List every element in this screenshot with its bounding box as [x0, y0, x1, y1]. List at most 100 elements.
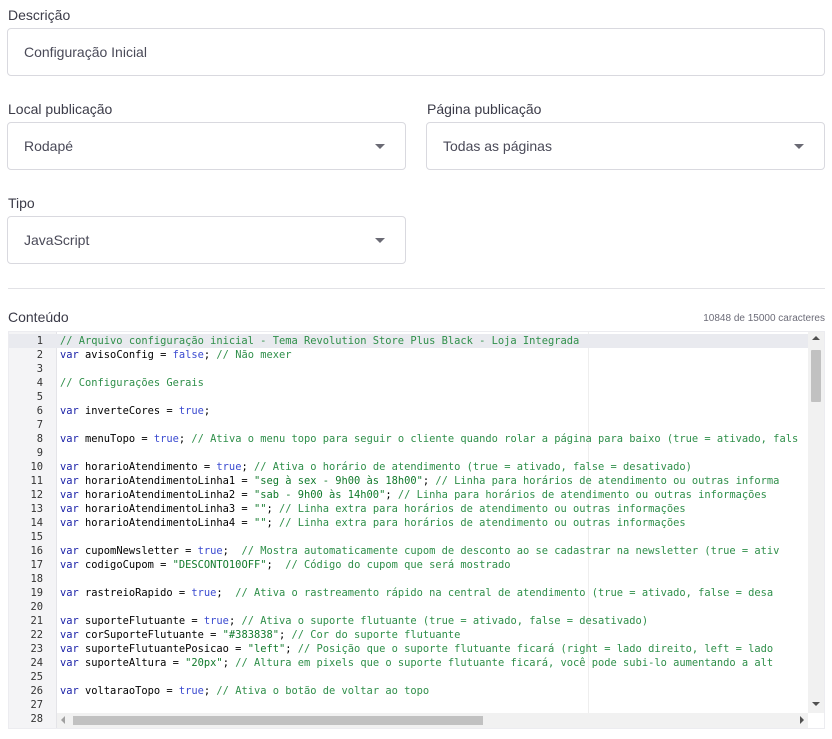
line-number: 1: [36, 335, 43, 347]
code-token: horarioAtendimento =: [78, 461, 217, 473]
scroll-down-icon[interactable]: [812, 702, 820, 706]
code-token: var: [60, 349, 79, 361]
code-token: ;: [278, 629, 292, 641]
code-token: // Cor do suporte flutuante: [291, 629, 461, 641]
code-token: menuTopo =: [78, 433, 154, 445]
code-line[interactable]: 11 var horarioAtendimentoLinha1 = "seg à …: [9, 474, 824, 488]
code-line[interactable]: 22 var corSuporteFlutuante = "#383838"; /…: [9, 628, 824, 642]
code-line[interactable]: 13 var horarioAtendimentoLinha3 = ""; // …: [9, 502, 824, 516]
code-token: var: [60, 433, 79, 445]
code-token: cupomNewsletter =: [78, 545, 198, 557]
line-number: 10: [30, 461, 43, 473]
horizontal-scroll-thumb[interactable]: [73, 716, 483, 725]
code-token: // Ativa o menu topo para seguir o clien…: [191, 433, 799, 445]
line-number: 24: [30, 657, 43, 669]
line-code: var horarioAtendimentoLinha3 = ""; // Li…: [60, 502, 686, 516]
code-token: // Configurações Gerais: [60, 377, 204, 389]
vertical-scroll-thumb[interactable]: [811, 350, 821, 402]
code-token: ;: [216, 587, 236, 599]
code-token: ;: [178, 433, 192, 445]
line-number: 19: [30, 587, 43, 599]
code-token: // Altura em pixels que o suporte flutua…: [235, 657, 774, 669]
code-token: // Ativa o suporte flutuante (true = ati…: [241, 615, 649, 627]
code-line[interactable]: 23 var suporteFlutuantePosicao = "left"; …: [9, 642, 824, 656]
code-line[interactable]: 4 // Configurações Gerais: [9, 376, 824, 390]
code-token: // Ativa o botão de voltar ao topo: [216, 685, 430, 697]
code-line[interactable]: 7: [9, 418, 824, 432]
code-line[interactable]: 15: [9, 530, 824, 544]
code-line[interactable]: 20: [9, 600, 824, 614]
code-line[interactable]: 10 var horarioAtendimento = true; // Ativ…: [9, 460, 824, 474]
code-line[interactable]: 12 var horarioAtendimentoLinha2 = "sab - …: [9, 488, 824, 502]
line-number: 8: [36, 433, 43, 445]
code-token: horarioAtendimentoLinha3 =: [78, 503, 254, 515]
code-token: true: [178, 685, 204, 697]
code-token: var: [60, 503, 79, 515]
code-line[interactable]: 18: [9, 572, 824, 586]
line-code: var horarioAtendimentoLinha4 = ""; // Li…: [60, 516, 686, 530]
code-line[interactable]: 5: [9, 390, 824, 404]
code-token: ;: [385, 489, 398, 501]
code-line[interactable]: 16 var cupomNewsletter = true; // Mostra …: [9, 544, 824, 558]
code-token: var: [60, 545, 79, 557]
vertical-scrollbar[interactable]: [808, 332, 824, 713]
tipo-select[interactable]: JavaScript: [7, 216, 406, 264]
code-token: ;: [285, 643, 298, 655]
pagina-publicacao-select[interactable]: Todas as páginas: [426, 122, 825, 170]
code-token: ;: [222, 545, 242, 557]
descricao-input[interactable]: Configuração Inicial: [7, 28, 825, 76]
code-line[interactable]: 6 var inverteCores = true;: [9, 404, 824, 418]
code-token: inverteCores =: [78, 405, 179, 417]
line-code: var rastreioRapido = true; // Ativa o ra…: [60, 586, 773, 600]
code-line[interactable]: 3: [9, 362, 824, 376]
line-number: 15: [30, 531, 43, 543]
code-token: ;: [266, 559, 286, 571]
scroll-left-icon[interactable]: [61, 716, 65, 724]
code-editor[interactable]: 1 // Arquivo configuração inicial - Tema …: [8, 331, 825, 729]
line-code: var voltaraoTopo = true; // Ativa o botã…: [60, 684, 429, 698]
horizontal-scrollbar[interactable]: [57, 713, 808, 728]
chevron-down-icon: [375, 143, 385, 149]
code-token: // Linha para horários de atendimento ou…: [397, 489, 767, 501]
line-number: 3: [36, 363, 43, 375]
code-token: // Mostra automaticamente cupom de desco…: [241, 545, 780, 557]
code-token: ;: [203, 405, 211, 417]
line-number: 12: [30, 489, 43, 501]
line-number: 5: [36, 391, 43, 403]
char-separator: de: [733, 313, 745, 324]
code-line[interactable]: 2 var avisoConfig = false; // Não mexer: [9, 348, 824, 362]
code-token: var: [60, 587, 79, 599]
scroll-right-icon[interactable]: [800, 716, 804, 724]
code-line[interactable]: 1 // Arquivo configuração inicial - Tema …: [9, 334, 824, 348]
code-token: "DESCONTO10OFF": [172, 559, 267, 571]
code-token: rastreioRapido =: [78, 587, 192, 599]
line-number: 20: [30, 601, 43, 613]
code-line[interactable]: 9: [9, 446, 824, 460]
code-token: ;: [228, 615, 242, 627]
code-line[interactable]: 24 var suporteAltura = "20px"; // Altura …: [9, 656, 824, 670]
code-token: // Linha extra para horários de atendime…: [278, 503, 686, 515]
code-line[interactable]: 27: [9, 698, 824, 712]
code-token: ;: [422, 475, 436, 487]
code-line[interactable]: 25: [9, 670, 824, 684]
code-token: corSuporteFlutuante =: [78, 629, 223, 641]
code-token: "": [253, 503, 267, 515]
code-token: // Não mexer: [216, 349, 292, 361]
local-publicacao-select[interactable]: Rodapé: [7, 122, 406, 170]
code-line[interactable]: 21 var suporteFlutuante = true; // Ativa …: [9, 614, 824, 628]
line-number: 4: [36, 377, 43, 389]
code-lines[interactable]: 1 // Arquivo configuração inicial - Tema …: [9, 334, 824, 728]
line-number: 23: [30, 643, 43, 655]
scroll-up-icon[interactable]: [812, 336, 820, 340]
code-line[interactable]: 14 var horarioAtendimentoLinha4 = ""; // …: [9, 516, 824, 530]
code-token: ;: [266, 503, 279, 515]
code-line[interactable]: 8 var menuTopo = true; // Ativa o menu to…: [9, 432, 824, 446]
code-token: var: [60, 461, 79, 473]
code-line[interactable]: 19 var rastreioRapido = true; // Ativa o …: [9, 586, 824, 600]
code-token: var: [60, 685, 79, 697]
code-line[interactable]: 26 var voltaraoTopo = true; // Ativa o bo…: [9, 684, 824, 698]
line-number: 9: [36, 447, 43, 459]
code-token: "seg à sex - 9h00 às 18h00": [253, 475, 423, 487]
code-line[interactable]: 17 var codigoCupom = "DESCONTO10OFF"; // …: [9, 558, 824, 572]
line-code: var horarioAtendimento = true; // Ativa …: [60, 460, 692, 474]
